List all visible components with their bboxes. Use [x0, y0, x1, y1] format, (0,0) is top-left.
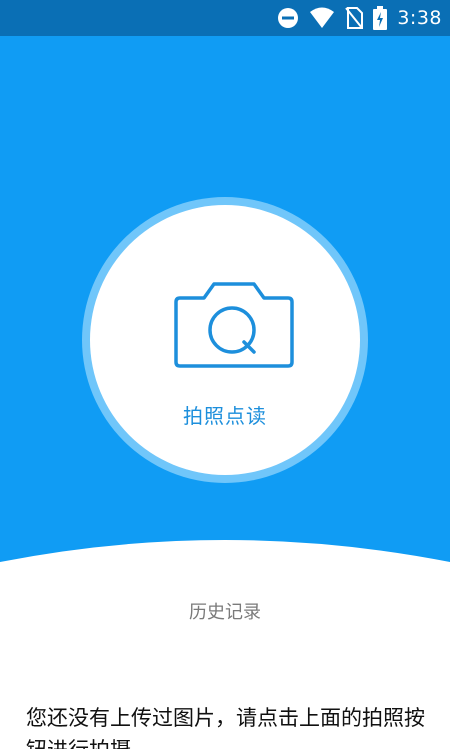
empty-state-message: 您还没有上传过图片，请点击上面的拍照按钮进行拍摄: [26, 706, 425, 749]
hero-wave: [0, 540, 450, 600]
screen: 3:38 拍照点读 历史记录 您还没有上传过图片，请点击上面的拍照按钮进行拍摄: [0, 0, 450, 749]
battery-charging-icon: [373, 6, 388, 30]
wifi-icon: [309, 7, 335, 29]
camera-icon: [174, 278, 294, 378]
photo-read-label: 拍照点读: [183, 404, 267, 428]
photo-read-button[interactable]: 拍照点读: [82, 197, 368, 483]
status-bar: 3:38: [0, 0, 450, 36]
history-link[interactable]: 历史记录: [0, 598, 450, 624]
status-icons: 3:38: [277, 4, 442, 32]
no-sim-icon: [345, 7, 364, 29]
status-time: 3:38: [397, 7, 442, 29]
photo-read-button-face[interactable]: 拍照点读: [90, 205, 360, 475]
do-not-disturb-icon: [277, 7, 299, 29]
